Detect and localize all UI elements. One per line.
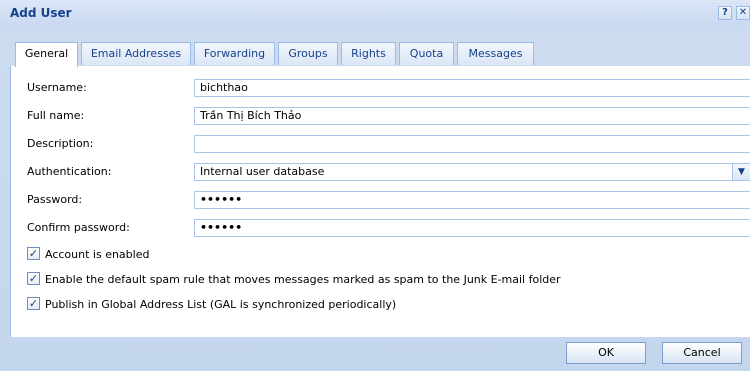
- username-label: Username:: [27, 81, 87, 94]
- spam-rule-checkbox[interactable]: ✓: [27, 272, 40, 285]
- dialog-title: Add User: [10, 6, 72, 20]
- cancel-button[interactable]: Cancel: [662, 342, 742, 364]
- authentication-select[interactable]: Internal user database ▼: [194, 163, 750, 181]
- close-button[interactable]: ✕: [736, 6, 750, 20]
- account-enabled-checkbox[interactable]: ✓: [27, 247, 40, 260]
- username-field[interactable]: bichthao: [194, 79, 750, 97]
- general-panel: Username: bichthao Full name: Trần Thị B…: [10, 66, 750, 337]
- confirm-password-field[interactable]: ••••••: [194, 219, 750, 237]
- add-user-dialog: Add User ? ✕ General Email Addresses For…: [0, 0, 750, 371]
- ok-button[interactable]: OK: [566, 342, 646, 364]
- tab-email-addresses[interactable]: Email Addresses: [81, 42, 191, 65]
- tab-strip: General Email Addresses Forwarding Group…: [10, 42, 750, 67]
- full-name-label: Full name:: [27, 109, 85, 122]
- chevron-down-icon[interactable]: ▼: [732, 164, 750, 180]
- dialog-titlebar[interactable]: Add User ? ✕: [0, 0, 750, 26]
- password-field[interactable]: ••••••: [194, 191, 750, 209]
- tab-quota[interactable]: Quota: [399, 42, 454, 65]
- publish-gal-label: Publish in Global Address List (GAL is s…: [45, 298, 397, 311]
- spam-rule-label: Enable the default spam rule that moves …: [45, 273, 561, 286]
- description-field[interactable]: [194, 135, 750, 153]
- password-label: Password:: [27, 193, 83, 206]
- full-name-field[interactable]: Trần Thị Bích Thảo: [194, 107, 750, 125]
- tab-rights[interactable]: Rights: [341, 42, 396, 65]
- help-button[interactable]: ?: [718, 6, 732, 20]
- tab-general[interactable]: General: [15, 42, 78, 67]
- description-label: Description:: [27, 137, 94, 150]
- authentication-label: Authentication:: [27, 165, 112, 178]
- tab-messages[interactable]: Messages: [457, 42, 534, 65]
- tab-forwarding[interactable]: Forwarding: [194, 42, 275, 65]
- tab-groups[interactable]: Groups: [278, 42, 338, 65]
- account-enabled-label: Account is enabled: [45, 248, 150, 261]
- confirm-password-label: Confirm password:: [27, 221, 130, 234]
- authentication-value: Internal user database: [200, 165, 325, 178]
- publish-gal-checkbox[interactable]: ✓: [27, 297, 40, 310]
